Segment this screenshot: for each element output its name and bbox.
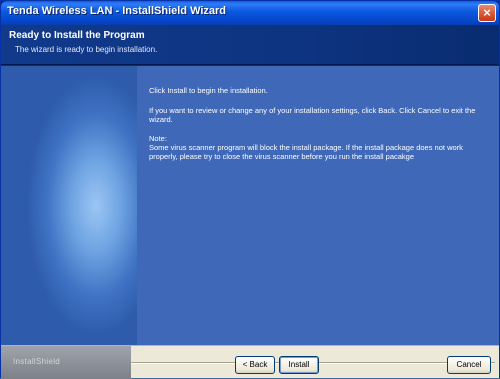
note-label: Note:: [149, 134, 167, 143]
note-block: Note: Some virus scanner program will bl…: [149, 134, 489, 161]
install-button-label: Install: [288, 360, 310, 369]
instruction-text: Click Install to begin the installation.: [149, 86, 268, 95]
title-bar[interactable]: Tenda Wireless LAN - InstallShield Wizar…: [1, 1, 499, 25]
review-text: If you want to review or change any of y…: [149, 106, 476, 124]
window-title: Tenda Wireless LAN - InstallShield Wizar…: [7, 5, 227, 17]
note-text: Some virus scanner program will block th…: [149, 143, 463, 161]
cancel-button[interactable]: Cancel: [447, 356, 491, 374]
back-button-label: < Back: [242, 360, 268, 369]
side-decoration-panel: [1, 66, 137, 345]
wizard-header: Ready to Install the Program The wizard …: [1, 25, 499, 65]
installer-window: Tenda Wireless LAN - InstallShield Wizar…: [0, 0, 500, 379]
wizard-footer: InstallShield < Back Install Cancel: [1, 345, 499, 379]
close-icon: ×: [483, 5, 491, 20]
installshield-brand: InstallShield: [1, 346, 131, 379]
page-subtitle: The wizard is ready to begin installatio…: [15, 45, 158, 54]
cancel-button-label: Cancel: [456, 360, 482, 369]
page-title: Ready to Install the Program: [9, 30, 145, 41]
install-button[interactable]: Install: [279, 356, 319, 374]
back-button[interactable]: < Back: [235, 356, 275, 374]
content-area: Click Install to begin the installation.…: [137, 66, 499, 345]
close-button[interactable]: ×: [478, 4, 496, 22]
brand-label: InstallShield: [13, 357, 61, 366]
